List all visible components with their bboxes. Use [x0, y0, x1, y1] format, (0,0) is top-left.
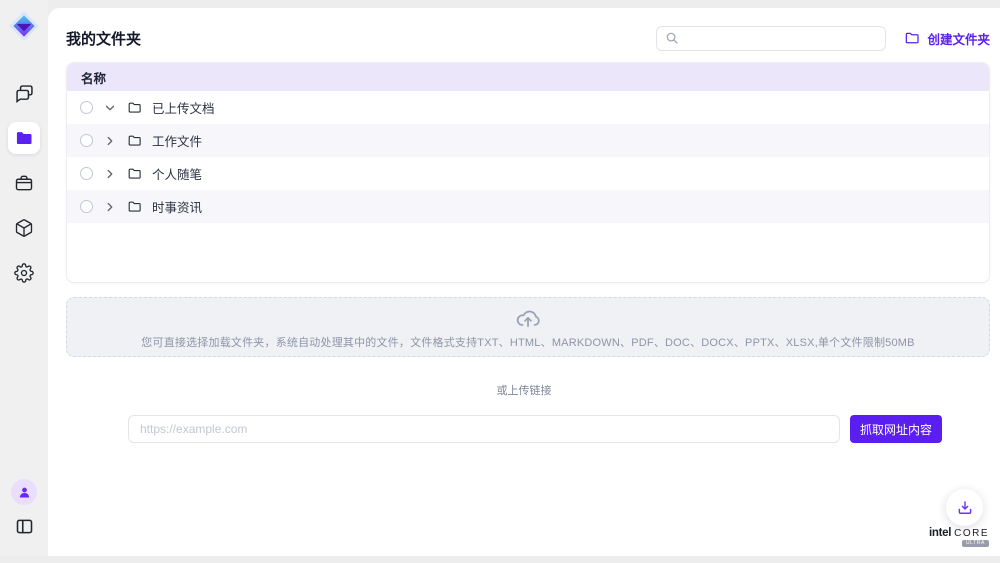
- folder-name: 已上传文档: [152, 98, 215, 117]
- upload-hint: 您可直接选择加载文件夹，系统自动处理其中的文件，文件格式支持TXT、HTML、M…: [141, 334, 914, 350]
- main-panel: 我的文件夹 创建文件夹 名称 已上传文: [48, 8, 1000, 556]
- cloud-upload-icon: [515, 305, 541, 331]
- sidebar-item-toolbox[interactable]: [8, 167, 40, 199]
- gear-icon: [14, 263, 34, 283]
- url-upload-row: 抓取网址内容: [128, 415, 942, 443]
- intel-core-badge: intel core ultra: [929, 527, 989, 547]
- app-logo-icon: [7, 9, 41, 43]
- folder-icon: [127, 166, 142, 181]
- sidebar-nav: [8, 77, 40, 289]
- row-select-circle[interactable]: [80, 167, 93, 180]
- cube-icon: [14, 218, 34, 238]
- sidebar-bottom: [8, 479, 40, 542]
- download-icon: [956, 499, 974, 517]
- sidebar-item-chat[interactable]: [8, 77, 40, 109]
- folder-table: 名称 已上传文档 工作文件: [66, 62, 990, 283]
- folder-icon: [127, 199, 142, 214]
- chevron-right-icon[interactable]: [103, 167, 117, 181]
- intel-brand-text: intel: [929, 527, 951, 539]
- folder-name: 工作文件: [152, 131, 202, 150]
- intel-logo: intel core: [929, 527, 989, 539]
- search-input[interactable]: [685, 31, 877, 45]
- intel-tier-text: ultra: [962, 540, 989, 547]
- folder-plus-icon: [904, 30, 920, 46]
- upload-dropzone[interactable]: 您可直接选择加载文件夹，系统自动处理其中的文件，文件格式支持TXT、HTML、M…: [66, 297, 990, 357]
- panel-toggle-icon: [14, 516, 35, 537]
- page-title: 我的文件夹: [66, 28, 141, 49]
- name-column-header: 名称: [81, 68, 106, 87]
- sidebar-item-models[interactable]: [8, 212, 40, 244]
- create-folder-label: 创建文件夹: [927, 29, 990, 48]
- user-avatar[interactable]: [11, 479, 37, 505]
- sidebar: [0, 0, 48, 556]
- url-input[interactable]: [128, 415, 840, 443]
- chevron-down-icon[interactable]: [103, 101, 117, 115]
- or-upload-link-label: 或上传链接: [48, 382, 1000, 398]
- briefcase-icon: [14, 173, 34, 193]
- fetch-url-button[interactable]: 抓取网址内容: [850, 415, 942, 443]
- folder-icon: [127, 100, 142, 115]
- row-select-circle[interactable]: [80, 134, 93, 147]
- download-fab-button[interactable]: [946, 489, 983, 526]
- table-row[interactable]: 个人随笔: [67, 157, 989, 190]
- folder-icon: [127, 133, 142, 148]
- page-header: 我的文件夹 创建文件夹: [66, 22, 990, 54]
- chevron-right-icon[interactable]: [103, 134, 117, 148]
- chevron-right-icon[interactable]: [103, 200, 117, 214]
- panel-toggle-button[interactable]: [8, 510, 40, 542]
- row-select-circle[interactable]: [80, 101, 93, 114]
- sidebar-item-folders[interactable]: [8, 122, 40, 154]
- sidebar-item-settings[interactable]: [8, 257, 40, 289]
- folder-name: 时事资讯: [152, 197, 202, 216]
- search-icon: [665, 31, 679, 45]
- row-select-circle[interactable]: [80, 200, 93, 213]
- chat-icon: [14, 83, 35, 104]
- folder-name: 个人随笔: [152, 164, 202, 183]
- user-avatar-icon: [17, 485, 32, 500]
- table-header-row: 名称: [67, 63, 989, 91]
- intel-product-text: core: [954, 528, 989, 539]
- create-folder-button[interactable]: 创建文件夹: [904, 29, 990, 48]
- table-row[interactable]: 时事资讯: [67, 190, 989, 223]
- table-row[interactable]: 已上传文档: [67, 91, 989, 124]
- table-row[interactable]: 工作文件: [67, 124, 989, 157]
- folder-icon: [14, 128, 34, 148]
- search-box[interactable]: [656, 26, 886, 51]
- app-logo[interactable]: [7, 9, 41, 43]
